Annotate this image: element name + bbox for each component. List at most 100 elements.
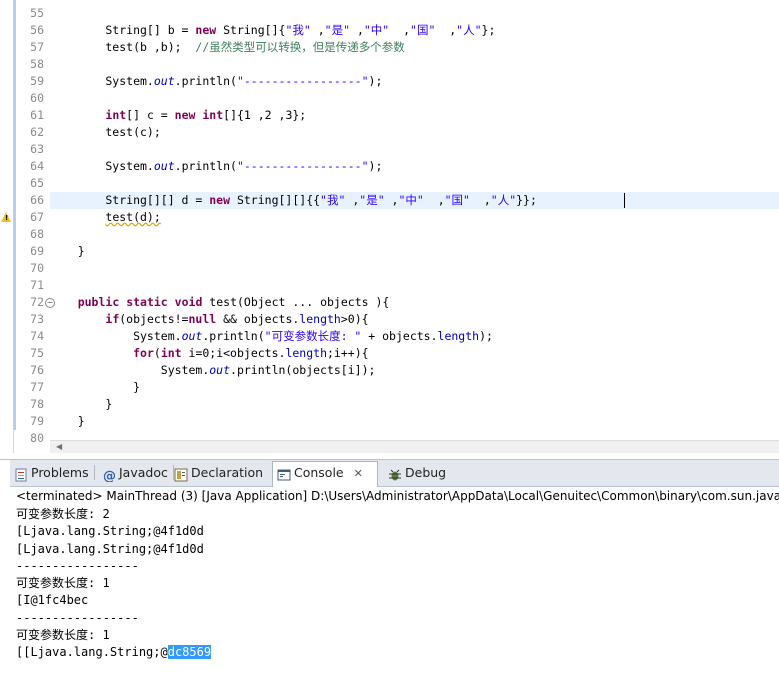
code-token: //虽然类型可以转换，但是传递多个参数 [195, 40, 405, 54]
code-line[interactable] [50, 56, 779, 73]
console-status-line: <terminated> MainThread (3) [Java Applic… [16, 489, 779, 503]
scroll-left-arrow-icon[interactable]: ◀ [56, 442, 62, 451]
tab-javadoc[interactable]: @ Javadoc [102, 462, 168, 484]
code-token: new [174, 108, 196, 122]
warning-icon[interactable]: ! [1, 212, 11, 222]
code-line[interactable]: System.out.println(objects[i]); [50, 362, 779, 379]
line-number: 75 [30, 346, 44, 360]
code-token: out [153, 159, 175, 173]
code-token: System. [50, 159, 154, 173]
code-token: new [195, 23, 217, 37]
javadoc-icon: @ [102, 467, 116, 484]
console-output[interactable]: 可变参数长度: 2 [Ljava.lang.String;@4f1d0d [Ljav… [16, 506, 779, 662]
code-token: "可变参数长度: " [264, 329, 362, 343]
code-line[interactable]: public static void test(Object ... objec… [50, 294, 779, 311]
line-number: 65 [30, 176, 44, 190]
close-icon[interactable]: ✕ [354, 467, 363, 480]
code-token: out [153, 74, 175, 88]
code-line[interactable]: int[] c = new int[]{1 ,2 ,3}; [50, 107, 779, 124]
line-number: 74 [30, 329, 44, 343]
line-number: 61 [30, 108, 44, 122]
line-number: 77 [30, 380, 44, 394]
code-token: length [285, 346, 327, 360]
code-line[interactable] [50, 260, 779, 277]
code-line[interactable] [50, 226, 779, 243]
console-output-line: 可变参数长度: 2 [16, 506, 779, 523]
code-token: if [105, 312, 120, 326]
console-output-text: ----------------- [16, 610, 139, 625]
console-output-line: [Ljava.lang.String;@4f1d0d [16, 523, 779, 540]
tab-declaration[interactable]: Declaration [174, 462, 263, 484]
code-token: out [209, 363, 231, 377]
selected-text[interactable]: dc8569 [167, 645, 212, 660]
code-token: , [469, 193, 491, 207]
code-line[interactable]: String[] b = new String[]{"我" ,"是" ,"中" … [50, 22, 779, 39]
code-token: }}; [516, 193, 537, 207]
code-token: test(d); [105, 210, 161, 224]
console-output-text: 可变参数长度: 1 [16, 576, 110, 591]
code-editor[interactable]: 55 56 57 58 59 60 61 62 63 64 65 66 67 68 69 70 71 72−73 7… [0, 0, 779, 453]
code-token: .println(objects[i]); [230, 363, 376, 377]
code-token: } [50, 380, 141, 394]
code-token: test(Object ... objects ){ [202, 295, 390, 309]
code-line[interactable]: } [50, 396, 779, 413]
code-line[interactable]: } [50, 243, 779, 260]
code-token: , [423, 193, 445, 207]
line-number: 64 [30, 159, 44, 173]
code-line[interactable] [50, 175, 779, 192]
code-token: for [133, 346, 154, 360]
code-token: }; [481, 23, 496, 37]
code-line-current[interactable]: String[][] d = new String[][]{{"我" ,"是" … [50, 192, 779, 209]
code-token: , [350, 23, 364, 37]
code-line[interactable]: test(d); [50, 209, 779, 226]
code-token: "-----------------" [236, 74, 369, 88]
line-number-gutter: 55 56 57 58 59 60 61 62 63 64 65 66 67 68 69 70 71 72−73 7… [16, 0, 55, 445]
line-number: 71 [30, 278, 44, 292]
code-line[interactable]: System.out.println("可变参数长度: " + objects.… [50, 328, 779, 345]
debug-icon [388, 467, 402, 481]
tab-problems[interactable]: Problems [14, 462, 89, 484]
console-output-line: [[Ljava.lang.String;@dc8569 [16, 644, 779, 661]
code-line[interactable]: System.out.println("-----------------"); [50, 158, 779, 175]
console-output-text: 可变参数长度: 2 [16, 507, 110, 521]
console-output-line: 可变参数长度: 1 [16, 627, 779, 644]
line-number: 58 [30, 57, 44, 71]
console-output-text: [Ljava.lang.String;@4f1d0d [16, 541, 204, 556]
view-tab-bar: Problems @ Javadoc Declaration Console ✕… [10, 460, 779, 487]
code-token: int [202, 108, 224, 122]
editor-horizontal-scrollbar[interactable]: ◀ [50, 440, 779, 453]
code-token: && objects. [216, 312, 300, 326]
code-area[interactable]: String[] b = new String[]{"我" ,"是" ,"中" … [50, 0, 779, 440]
tab-debug[interactable]: Debug [388, 462, 446, 484]
code-line[interactable]: } [50, 379, 779, 396]
code-token: test(c); [50, 125, 161, 139]
code-token: ); [368, 74, 383, 88]
code-line[interactable]: } [50, 413, 779, 430]
code-line[interactable] [50, 5, 779, 22]
code-token: "我" [285, 23, 311, 37]
code-line[interactable]: if(objects!=null && objects.length>0){ [50, 311, 779, 328]
code-line[interactable]: test(b ,b); //虽然类型可以转换，但是传递多个参数 [50, 39, 779, 56]
code-line[interactable] [50, 277, 779, 294]
line-number: 72 [30, 295, 44, 309]
code-token: test(b ,b); [50, 40, 196, 54]
tab-debug-label: Debug [405, 465, 447, 480]
code-line[interactable]: System.out.println("-----------------"); [50, 73, 779, 90]
code-token: "是" [324, 23, 351, 37]
code-token: ); [368, 159, 383, 173]
code-line[interactable] [50, 90, 779, 107]
code-token: public [77, 295, 120, 309]
line-number: 79 [30, 414, 44, 428]
line-number: 63 [30, 142, 44, 156]
code-line[interactable]: for(int i=0;i<objects.length;i++){ [50, 345, 779, 362]
tab-console-label: Console [294, 465, 344, 480]
code-line[interactable] [50, 141, 779, 158]
code-token: static [126, 295, 168, 309]
console-output-line: [Ljava.lang.String;@4f1d0d [16, 541, 779, 558]
code-line[interactable]: test(c); [50, 124, 779, 141]
tab-console[interactable]: Console ✕ [272, 461, 378, 487]
